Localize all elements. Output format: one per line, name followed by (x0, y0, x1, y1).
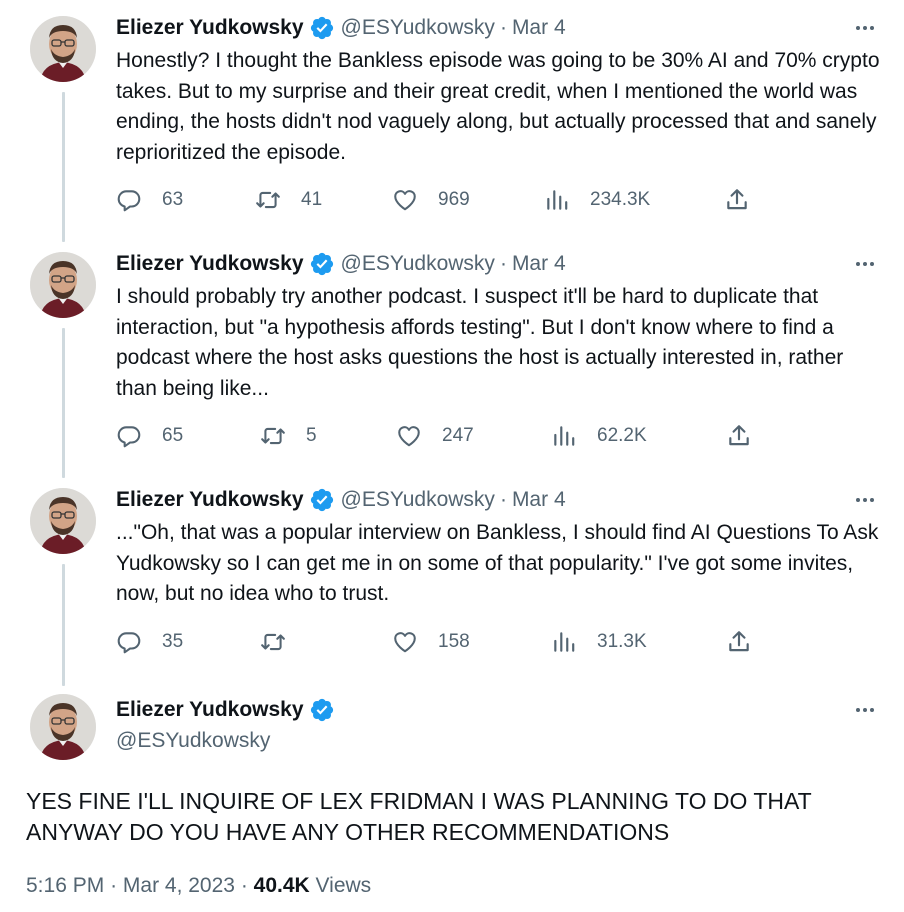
verified-badge-icon[interactable] (309, 15, 335, 41)
tweet-meta: 5:16 PM · Mar 4, 2023 · 40.4K Views (26, 870, 371, 902)
tweet-header: Eliezer Yudkowsky @ESYudkowsky · Mar 4 (116, 485, 566, 515)
more-dots-icon[interactable] (856, 249, 874, 279)
share-button[interactable] (724, 185, 750, 215)
views-chart-icon (554, 632, 575, 652)
separator-dot: · (110, 874, 123, 897)
views-total: 40.4K (253, 874, 310, 897)
reply-icon (117, 632, 141, 654)
share-icon (727, 189, 747, 210)
avatar-image (30, 252, 96, 318)
views-chart-icon (547, 190, 568, 210)
thread-connector-line (62, 92, 65, 242)
reply-count: 63 (162, 189, 184, 210)
heart-icon (394, 190, 416, 211)
retweet-icon (256, 191, 280, 209)
author-handle[interactable]: @ESYudkowsky (341, 16, 495, 40)
main-tweet-text: YES FINE I'LL INQUIRE OF LEX FRIDMAN I W… (26, 788, 812, 845)
retweet-count: 41 (301, 189, 323, 210)
reply-button[interactable]: 65 (116, 421, 183, 451)
retweet-button[interactable]: 41 (255, 185, 322, 215)
retweet-icon (261, 427, 285, 445)
tweet-text: I should probably try another podcast. I… (116, 285, 844, 400)
views-chart-icon (554, 426, 575, 446)
retweet-icon (261, 633, 285, 651)
like-button[interactable]: 247 (396, 421, 474, 451)
tweet-date[interactable]: Mar 4 (512, 252, 566, 276)
like-count: 158 (438, 631, 470, 652)
author-name[interactable]: Eliezer Yudkowsky (116, 16, 304, 40)
verified-badge-icon[interactable] (309, 697, 335, 723)
tweet-text: ..."Oh, that was a popular interview on … (116, 521, 879, 605)
tweet-actions: 35 158 31.3K (116, 627, 766, 657)
author-name[interactable]: Eliezer Yudkowsky (116, 488, 304, 512)
like-count: 969 (438, 189, 470, 210)
more-dots-icon[interactable] (856, 485, 874, 515)
tweet-time[interactable]: 5:16 PM (26, 874, 104, 897)
avatar[interactable] (30, 488, 96, 554)
tweet-actions: 63 41 969 234.3K (116, 185, 766, 215)
thread-connector-line (62, 564, 65, 686)
author-handle[interactable]: @ESYudkowsky (341, 488, 495, 512)
reply-count: 65 (162, 425, 184, 446)
author-handle[interactable]: @ESYudkowsky (116, 726, 270, 756)
avatar[interactable] (30, 252, 96, 318)
avatar-image (30, 16, 96, 82)
verified-badge-icon[interactable] (309, 487, 335, 513)
more-dots-icon[interactable] (856, 695, 874, 725)
heart-icon (394, 632, 416, 653)
views-button[interactable]: 62.2K (551, 421, 647, 451)
tweet-full-date[interactable]: Mar 4, 2023 (123, 874, 235, 897)
share-icon (729, 425, 749, 446)
separator-dot: · (499, 488, 507, 511)
avatar-image (30, 488, 96, 554)
more-dots-icon[interactable] (856, 13, 874, 43)
separator-dot: · (240, 874, 254, 897)
like-button[interactable]: 969 (392, 185, 470, 215)
retweet-count: 5 (306, 425, 317, 446)
author-handle[interactable]: @ESYudkowsky (341, 252, 495, 276)
tweet-date[interactable]: Mar 4 (512, 488, 566, 512)
separator-dot: · (499, 252, 507, 275)
views-label: Views (315, 874, 372, 897)
share-button[interactable] (726, 421, 752, 451)
views-count: 234.3K (590, 189, 651, 210)
share-button[interactable] (726, 627, 752, 657)
main-author-row: Eliezer Yudkowsky (116, 694, 341, 726)
heart-icon (398, 426, 420, 447)
retweet-button[interactable]: 5 (260, 421, 317, 451)
tweet-header: Eliezer Yudkowsky @ESYudkowsky · Mar 4 (116, 13, 566, 43)
tweet-text: Honestly? I thought the Bankless episode… (116, 49, 880, 164)
tweet-header: Eliezer Yudkowsky @ESYudkowsky · Mar 4 (116, 249, 566, 279)
reply-button[interactable]: 63 (116, 185, 183, 215)
avatar[interactable] (30, 694, 96, 760)
separator-dot: · (499, 16, 507, 39)
avatar[interactable] (30, 16, 96, 82)
reply-button[interactable]: 35 (116, 627, 183, 657)
author-name[interactable]: Eliezer Yudkowsky (116, 698, 304, 722)
views-button[interactable]: 31.3K (551, 627, 647, 657)
views-count: 62.2K (597, 425, 647, 446)
tweet-date[interactable]: Mar 4 (512, 16, 566, 40)
views-button[interactable]: 234.3K (544, 185, 650, 215)
avatar-image (30, 694, 96, 760)
thread-connector-line (62, 328, 65, 478)
verified-badge-icon[interactable] (309, 251, 335, 277)
share-icon (729, 631, 749, 652)
views-count: 31.3K (597, 631, 647, 652)
retweet-button[interactable] (260, 627, 306, 657)
like-button[interactable]: 158 (392, 627, 470, 657)
reply-icon (117, 426, 141, 448)
author-name[interactable]: Eliezer Yudkowsky (116, 252, 304, 276)
reply-count: 35 (162, 631, 184, 652)
tweet-actions: 65 5 247 62.2K (116, 421, 766, 451)
reply-icon (117, 190, 141, 212)
like-count: 247 (442, 425, 474, 446)
